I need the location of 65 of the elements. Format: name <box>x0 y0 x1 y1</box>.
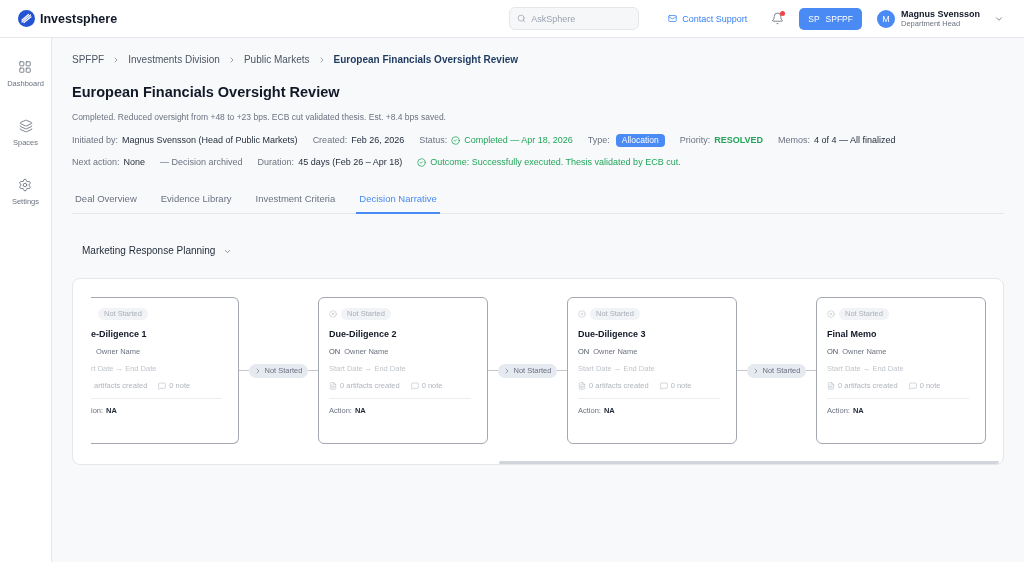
page-summary: Completed. Reduced oversight from +48 to +23 bps. ECB cut validated thesis. Est. +8.4 bps saved. <box>72 111 447 123</box>
type-badge: Allocation <box>615 133 665 147</box>
check-circle-icon <box>417 157 427 167</box>
meta-label: Initiated by: <box>72 134 119 147</box>
comment-icon <box>908 382 917 390</box>
connector-line <box>488 370 498 371</box>
mail-icon <box>668 14 678 23</box>
meta-label: Type: <box>587 134 610 147</box>
meta-label: Priority: <box>679 134 711 147</box>
app-name: Investsphere <box>40 11 118 26</box>
meta-label: Created: <box>312 134 348 147</box>
connector-line <box>239 370 249 371</box>
stage-title: Due-Diligence 3 <box>578 328 647 340</box>
tab[interactable]: Investment Criteria <box>252 190 339 214</box>
meta-label: Next action: <box>72 156 120 169</box>
connector-line <box>806 370 816 371</box>
page-title: European Financials Oversight Review <box>72 83 341 102</box>
meta-value: 45 days (Feb 26 – Apr 18) <box>298 156 403 169</box>
logo-icon <box>18 10 35 27</box>
plan-dropdown[interactable]: Marketing Response Planning <box>82 244 233 258</box>
breadcrumb-link[interactable]: European Financials Oversight Review <box>333 53 519 67</box>
comment-icon <box>410 382 419 390</box>
meta-label: Status: <box>419 134 448 147</box>
meta-value: Magnus Svensson (Head of Public Markets) <box>122 134 298 147</box>
breadcrumb-link[interactable]: Public Markets <box>243 53 310 67</box>
settings-icon <box>18 178 33 192</box>
stage-title: e-Diligence 1 <box>91 328 148 340</box>
priority-value: RESOLVED <box>714 134 764 147</box>
tab[interactable]: Evidence Library <box>157 190 235 214</box>
document-icon <box>827 382 835 390</box>
stage-title: Due-Diligence 2 <box>329 328 398 340</box>
document-icon <box>578 382 586 390</box>
meta-label: Memos: <box>778 134 811 147</box>
scrollbar-thumb[interactable] <box>499 461 999 464</box>
stage-title: Final Memo <box>827 328 878 340</box>
search-icon <box>517 14 527 23</box>
bell-icon[interactable] <box>771 12 785 25</box>
circle-x-icon <box>329 310 337 318</box>
document-icon <box>329 382 337 390</box>
connector-line <box>737 370 747 371</box>
meta-value: None <box>123 156 146 169</box>
search-field[interactable]: AskSphere <box>509 7 640 30</box>
connector-line <box>557 370 567 371</box>
meta-note: — Decision archived <box>160 156 243 169</box>
check-circle-icon <box>451 135 461 145</box>
workspace-button[interactable]: SP SPFPF <box>799 7 862 30</box>
tab[interactable]: Deal Overview <box>72 190 140 214</box>
meta-value: 4 of 4 — All finalized <box>814 134 896 147</box>
comment-icon <box>158 382 167 390</box>
tab[interactable]: Decision Narrative <box>356 190 440 214</box>
grid-icon <box>18 60 33 74</box>
circle-x-icon <box>827 310 835 318</box>
status-text: Outcome: Successfully executed. Thesis validated by ECB cut. <box>430 156 681 169</box>
user-name: Magnus Svensson <box>900 8 980 19</box>
breadcrumb-link[interactable]: Investments Division <box>128 53 220 67</box>
meta-label: Duration: <box>257 156 295 169</box>
contact-support-link[interactable]: Contact Support <box>668 13 748 24</box>
circle-x-icon <box>578 310 586 318</box>
layers-icon <box>18 119 33 133</box>
status-text: Completed — Apr 18, 2026 <box>464 134 573 147</box>
meta-value: Feb 26, 2026 <box>351 134 405 147</box>
breadcrumb-link[interactable]: SPFPF <box>72 53 105 67</box>
user-avatar[interactable]: M <box>876 9 895 28</box>
connector-line <box>308 370 318 371</box>
comment-icon <box>659 382 668 390</box>
